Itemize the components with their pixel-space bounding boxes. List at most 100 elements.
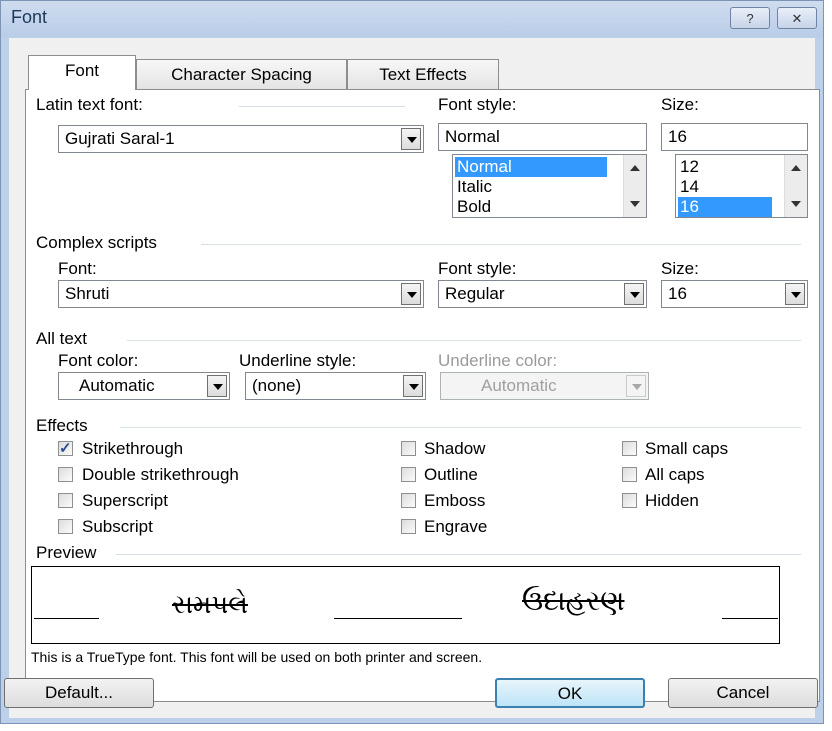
scrollbar[interactable] <box>623 155 646 217</box>
list-item[interactable]: Italic <box>455 177 607 197</box>
title-bar[interactable]: Font ? ✕ <box>1 1 823 37</box>
outline-checkbox[interactable] <box>401 467 416 482</box>
scroll-down-icon[interactable] <box>791 201 801 207</box>
font-color-combo[interactable]: Automatic <box>58 372 230 400</box>
all-text-separator <box>127 340 801 341</box>
underline-color-value: Automatic <box>481 376 557 395</box>
list-item[interactable]: 14 <box>678 177 772 197</box>
truetype-note: This is a TrueType font. This font will … <box>31 649 483 665</box>
emboss-label[interactable]: Emboss <box>424 491 485 511</box>
latin-font-value: Gujrati Saral-1 <box>65 129 175 148</box>
chevron-down-icon[interactable] <box>401 128 421 150</box>
engrave-checkbox[interactable] <box>401 519 416 534</box>
preview-box: સમપલે ઉદાહરણ <box>31 566 780 644</box>
check-icon: ✓ <box>59 440 72 457</box>
preview-baseline <box>722 618 778 619</box>
hidden-checkbox[interactable] <box>622 493 637 508</box>
all-text-group-label: All text <box>36 329 88 348</box>
default-button-label: Default... <box>44 683 114 702</box>
list-item[interactable]: 16 <box>678 197 772 217</box>
dialog-client: Font Character Spacing Text Effects Lati… <box>4 38 820 718</box>
chevron-down-icon[interactable] <box>207 375 227 397</box>
underline-color-combo: Automatic <box>440 372 649 400</box>
shadow-label[interactable]: Shadow <box>424 439 485 459</box>
complex-font-value: Shruti <box>65 284 110 303</box>
underline-style-label: Underline style: <box>239 351 357 370</box>
cancel-button-label: Cancel <box>716 683 770 702</box>
hidden-label[interactable]: Hidden <box>645 491 699 511</box>
default-button[interactable]: Default... <box>4 678 154 708</box>
complex-style-combo[interactable]: Regular <box>438 280 647 308</box>
strikethrough-checkbox[interactable]: ✓ <box>58 440 73 457</box>
tab-text-effects-label: Text Effects <box>379 65 467 84</box>
complex-separator <box>201 244 801 245</box>
double-strikethrough-label[interactable]: Double strikethrough <box>82 465 239 485</box>
complex-font-label: Font: <box>58 259 97 278</box>
engrave-label[interactable]: Engrave <box>424 517 487 537</box>
latin-style-label: Font style: <box>438 95 517 114</box>
ok-button-label: OK <box>557 684 583 703</box>
latin-font-label: Latin text font: <box>36 95 143 114</box>
latin-size-label: Size: <box>661 95 699 114</box>
latin-size-input[interactable]: 16 <box>661 123 808 151</box>
latin-style-list[interactable]: Normal Italic Bold <box>452 154 647 218</box>
tab-font[interactable]: Font <box>28 55 136 90</box>
superscript-checkbox[interactable] <box>58 493 73 508</box>
complex-size-combo[interactable]: 16 <box>661 280 808 308</box>
help-button[interactable]: ? <box>730 7 770 29</box>
list-item[interactable]: Bold <box>455 197 607 217</box>
all-caps-checkbox[interactable] <box>622 467 637 482</box>
scroll-up-icon[interactable] <box>630 165 640 171</box>
list-item[interactable]: 12 <box>678 157 772 177</box>
tab-font-label: Font <box>64 61 100 80</box>
help-icon: ? <box>746 11 754 26</box>
cancel-button[interactable]: Cancel <box>668 678 818 708</box>
tab-text-effects[interactable]: Text Effects <box>347 59 499 89</box>
ok-button[interactable]: OK <box>495 678 645 708</box>
complex-group-label: Complex scripts <box>36 233 157 252</box>
font-dialog: Font ? ✕ Font Character Spacing Text Eff… <box>0 0 824 724</box>
strikethrough-label[interactable]: Strikethrough <box>82 439 183 459</box>
chevron-down-icon[interactable] <box>785 283 805 305</box>
complex-style-value: Regular <box>445 284 505 303</box>
list-item[interactable]: Normal <box>455 157 607 177</box>
dialog-title: Font <box>11 7 48 27</box>
preview-baseline <box>334 618 462 619</box>
chevron-down-icon[interactable] <box>624 283 644 305</box>
superscript-label[interactable]: Superscript <box>82 491 168 511</box>
chevron-down-icon <box>626 375 646 397</box>
effects-group-label: Effects <box>36 416 88 435</box>
latin-font-combo[interactable]: Gujrati Saral-1 <box>58 125 424 153</box>
double-strikethrough-checkbox[interactable] <box>58 467 73 482</box>
complex-size-label: Size: <box>661 259 699 278</box>
small-caps-checkbox[interactable] <box>622 441 637 456</box>
subscript-label[interactable]: Subscript <box>82 517 153 537</box>
font-color-value: Automatic <box>79 376 155 395</box>
scrollbar[interactable] <box>784 155 807 217</box>
latin-style-value: Normal <box>445 127 500 146</box>
close-icon: ✕ <box>791 11 803 26</box>
complex-style-label: Font style: <box>438 259 517 278</box>
latin-size-list[interactable]: 12 14 16 <box>675 154 808 218</box>
tab-character-spacing[interactable]: Character Spacing <box>136 59 347 89</box>
shadow-checkbox[interactable] <box>401 441 416 456</box>
preview-group-label: Preview <box>36 543 97 562</box>
close-button[interactable]: ✕ <box>777 7 817 29</box>
emboss-checkbox[interactable] <box>401 493 416 508</box>
all-caps-label[interactable]: All caps <box>645 465 705 485</box>
underline-style-combo[interactable]: (none) <box>245 372 426 400</box>
preview-sample-right: ઉદાહરણ <box>522 585 625 616</box>
chevron-down-icon[interactable] <box>403 375 423 397</box>
subscript-checkbox[interactable] <box>58 519 73 534</box>
preview-sample-left: સમપલે <box>172 589 248 619</box>
latin-style-input[interactable]: Normal <box>438 123 647 151</box>
font-color-label: Font color: <box>58 351 139 370</box>
complex-font-combo[interactable]: Shruti <box>58 280 424 308</box>
small-caps-label[interactable]: Small caps <box>645 439 728 459</box>
outline-label[interactable]: Outline <box>424 465 478 485</box>
underline-style-value: (none) <box>252 376 302 395</box>
chevron-down-icon[interactable] <box>401 283 421 305</box>
scroll-up-icon[interactable] <box>791 165 801 171</box>
scroll-down-icon[interactable] <box>630 201 640 207</box>
latin-separator <box>239 106 405 107</box>
